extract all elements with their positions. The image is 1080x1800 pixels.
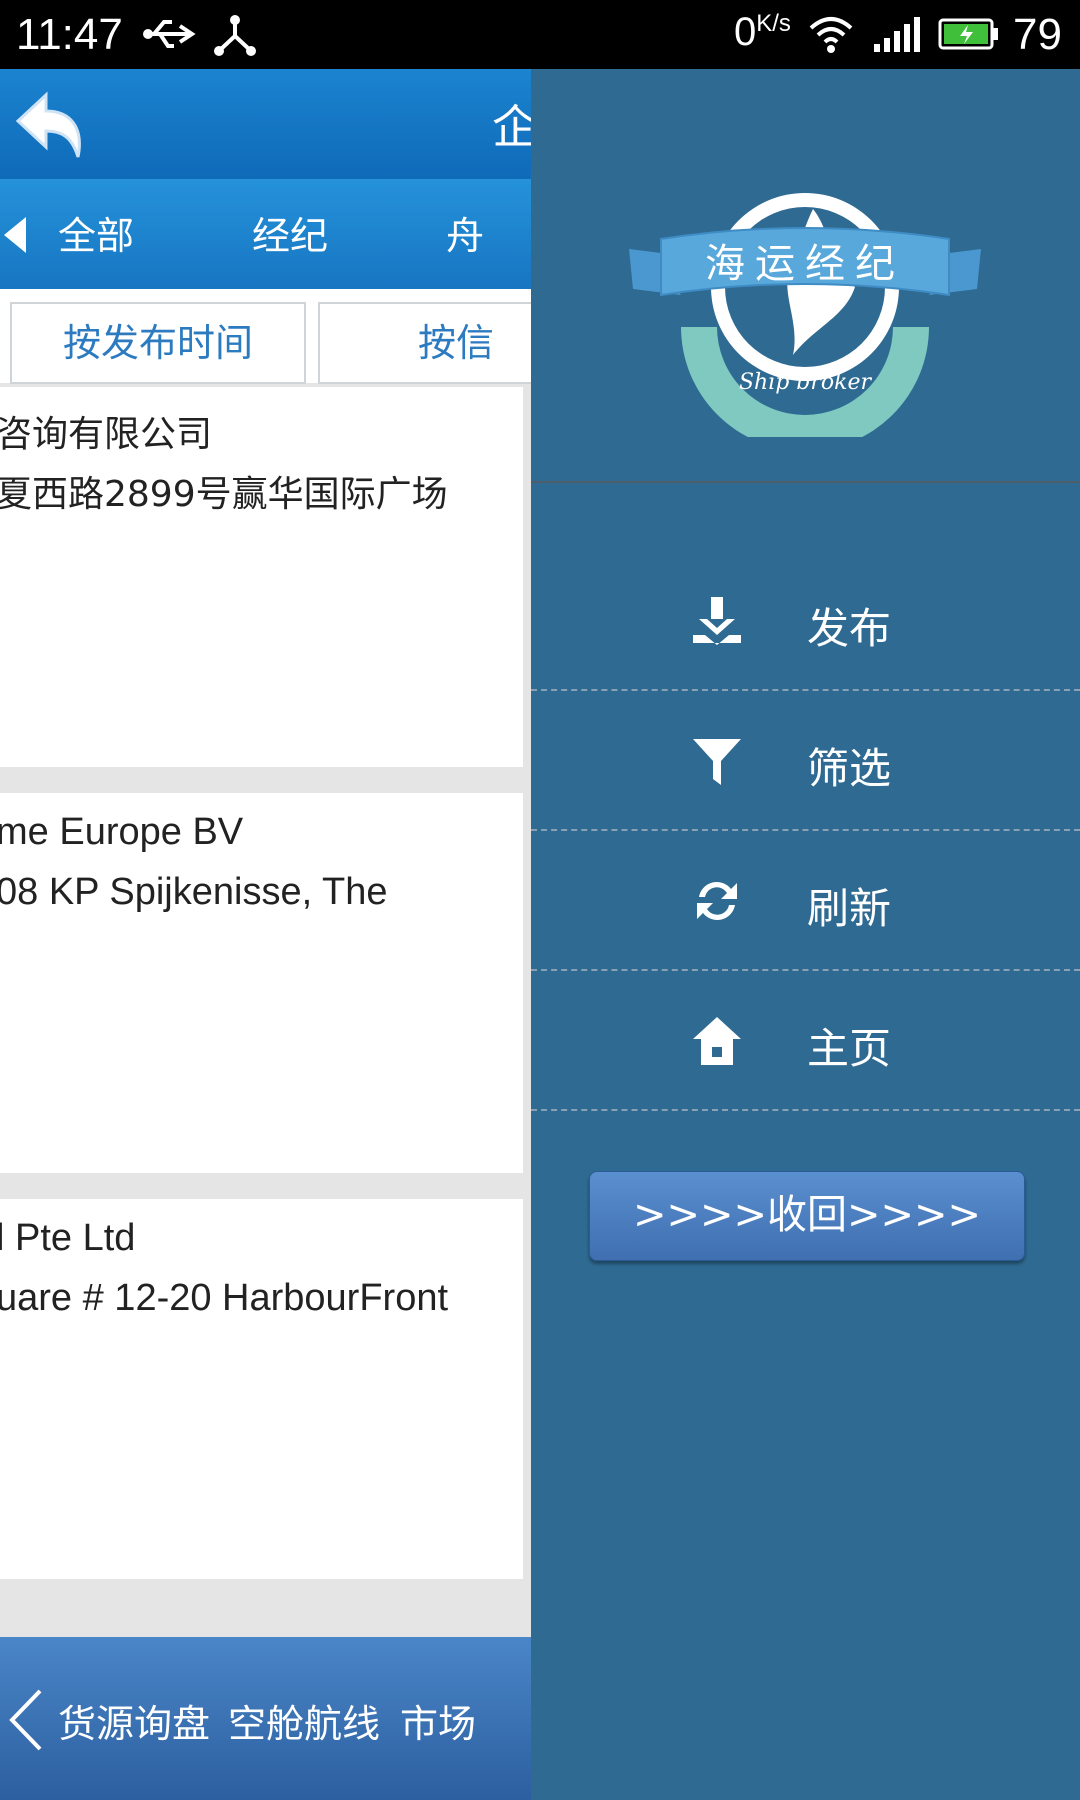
net-speed: 0K/s <box>734 10 791 55</box>
menu-label-filter: 筛选 <box>807 744 892 793</box>
title-bar: 企 <box>0 69 531 179</box>
company-name: l Pte Ltd <box>0 1217 136 1259</box>
company-address: 08 KP Spijkenisse, The <box>0 871 388 913</box>
side-drawer: 海运经纪 Ship broker 发布 筛选 刷新 主页 >>>>收回>>>> <box>531 69 1080 1800</box>
nav-empty-vessel-routes[interactable]: 空舱航线 <box>228 1693 380 1748</box>
menu-item-publish[interactable]: 发布 <box>531 551 1080 691</box>
company-card[interactable]: me Europe BV 08 KP Spijkenisse, The <box>0 793 523 1173</box>
collapse-drawer-button[interactable]: >>>>收回>>>> <box>589 1171 1025 1261</box>
tabs-left-arrow-icon[interactable] <box>2 215 28 259</box>
company-address: 夏西路2899号赢华国际广场 <box>0 474 448 515</box>
chevron-left-icon[interactable] <box>6 1689 46 1755</box>
status-time: 11:47 <box>16 10 123 59</box>
usb-icon <box>140 14 198 58</box>
back-button[interactable] <box>12 85 92 169</box>
company-card[interactable]: 咨询有限公司 夏西路2899号赢华国际广场 <box>0 387 523 767</box>
menu-label-home: 主页 <box>807 1024 892 1073</box>
tab-ship[interactable]: 舟 <box>446 205 484 260</box>
bottom-nav: 货源询盘 空舱航线 市场 <box>0 1637 531 1800</box>
net-speed-unit: K/s <box>756 10 791 37</box>
menu-item-filter[interactable]: 筛选 <box>531 691 1080 831</box>
refresh-icon <box>691 875 743 927</box>
company-address: uare # 12-20 HarbourFront <box>0 1277 449 1319</box>
menu-label-publish: 发布 <box>807 604 892 653</box>
tab-broker[interactable]: 经纪 <box>252 205 328 260</box>
menu-item-refresh[interactable]: 刷新 <box>531 831 1080 971</box>
back-arrow-icon <box>15 91 81 158</box>
ship-broker-logo: 海运经纪 Ship broker <box>625 177 985 451</box>
usb-debug-icon <box>212 14 258 62</box>
sort-by-publish-time-button[interactable]: 按发布时间 <box>10 302 306 384</box>
company-list-screen: 企 全部 经纪 舟 按发布时间 按信 咨询有限公司 夏西路2899号赢华国际广场… <box>0 69 531 1800</box>
logo-subtitle: Ship broker <box>739 370 873 395</box>
status-bar: 11:47 0K/s 79 <box>0 0 1080 69</box>
net-speed-value: 0 <box>734 10 757 54</box>
signal-icon <box>872 14 922 58</box>
home-icon <box>691 1015 743 1067</box>
category-tabs: 全部 经纪 舟 <box>0 179 531 289</box>
tab-all[interactable]: 全部 <box>58 205 134 260</box>
menu-item-home[interactable]: 主页 <box>531 971 1080 1111</box>
filter-icon <box>691 735 743 787</box>
publish-icon <box>691 595 743 647</box>
nav-market[interactable]: 市场 <box>400 1693 476 1748</box>
menu-label-refresh: 刷新 <box>807 884 892 933</box>
sort-bar: 按发布时间 按信 <box>0 289 531 384</box>
page-title: 企 <box>492 100 531 154</box>
wifi-icon <box>808 14 854 58</box>
battery-icon <box>938 14 1000 58</box>
nav-cargo-inquiry[interactable]: 货源询盘 <box>58 1693 210 1748</box>
company-card[interactable]: l Pte Ltd uare # 12-20 HarbourFront <box>0 1199 523 1579</box>
logo-title: 海运经纪 <box>705 241 905 287</box>
battery-percent: 79 <box>1013 10 1062 59</box>
company-name: 咨询有限公司 <box>0 414 213 455</box>
drawer-divider <box>531 481 1080 483</box>
menu-separator <box>531 1109 1080 1111</box>
sort-by-second-button[interactable]: 按信 <box>318 302 531 384</box>
company-name: me Europe BV <box>0 811 244 853</box>
